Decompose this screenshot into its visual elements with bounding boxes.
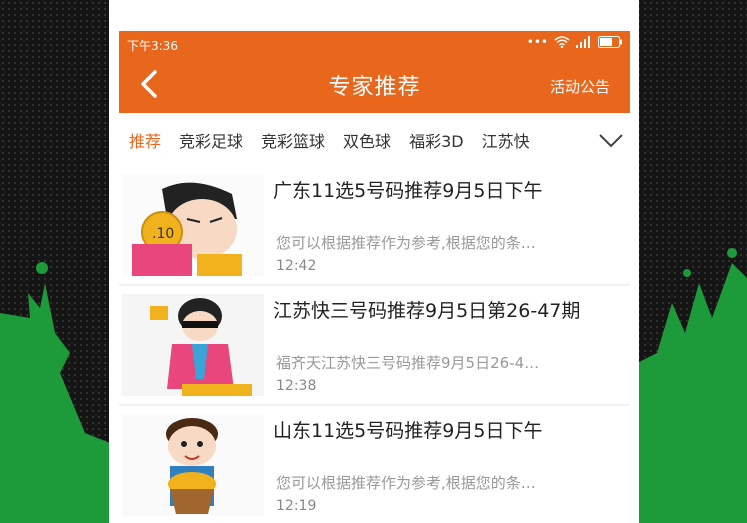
tab-fucai-3d[interactable]: 福彩3D <box>409 128 464 152</box>
article-time: 12:42 <box>276 258 317 274</box>
article-time: 12:38 <box>276 378 317 394</box>
green-paint-splash-right <box>637 248 747 523</box>
article-time: 12:19 <box>276 498 317 514</box>
list-item[interactable]: 江苏快三号码推荐9月5日第26-47期 福齐天江苏快三号码推荐9月5日26-4…… <box>119 286 630 406</box>
green-paint-splash-left <box>0 262 110 523</box>
article-title: 江苏快三号码推荐9月5日第26-47期 <box>273 300 581 322</box>
svg-text:.10: .10 <box>152 226 174 242</box>
article-summary: 您可以根据推荐作为参考,根据您的条… <box>276 474 536 492</box>
list-item[interactable]: .10 广东11选5号码推荐9月5日下午 您可以根据推荐作为参考,根据您的条… … <box>119 166 630 286</box>
tab-double-color-ball[interactable]: 双色球 <box>343 128 391 152</box>
status-bar: 下午3:36 ••• <box>119 31 630 57</box>
list-item[interactable]: 山东11选5号码推荐9月5日下午 您可以根据推荐作为参考,根据您的条… 12:1… <box>119 406 630 523</box>
tab-jiangsu-kuai[interactable]: 江苏快 <box>482 128 530 152</box>
tab-jingcai-basketball[interactable]: 竞彩篮球 <box>261 128 325 152</box>
wifi-icon <box>554 36 570 48</box>
article-title: 山东11选5号码推荐9月5日下午 <box>273 420 543 442</box>
battery-icon <box>598 36 622 48</box>
article-title: 广东11选5号码推荐9月5日下午 <box>273 180 543 202</box>
cartoon-sunglasses-man-icon <box>122 294 264 396</box>
article-summary: 福齐天江苏快三号码推荐9月5日26-4… <box>276 354 540 372</box>
tab-recommended[interactable]: 推荐 <box>129 128 161 152</box>
status-time: 下午3:36 <box>127 39 178 53</box>
tab-jingcai-football[interactable]: 竞彩足球 <box>179 128 243 152</box>
signal-icon <box>576 36 590 48</box>
category-tabs: 推荐 竞彩足球 竞彩篮球 双色球 福彩3D 江苏快 <box>119 114 630 167</box>
phone-screen: 下午3:36 ••• 专家推荐 活动公告 推荐 竞彩足球 竞彩篮球 双色球 福彩… <box>109 0 639 523</box>
status-icons: ••• <box>527 35 622 49</box>
more-dots-icon: ••• <box>526 35 548 49</box>
title-bar: 专家推荐 活动公告 <box>119 57 630 113</box>
cartoon-gold-basket-icon <box>122 414 264 516</box>
notice-button[interactable]: 活动公告 <box>550 76 610 97</box>
article-summary: 您可以根据推荐作为参考,根据您的条… <box>276 234 536 252</box>
app-header: 下午3:36 ••• 专家推荐 活动公告 <box>119 31 630 113</box>
cartoon-coin-holder-icon: .10 <box>122 174 264 276</box>
article-list: .10 广东11选5号码推荐9月5日下午 您可以根据推荐作为参考,根据您的条… … <box>119 166 630 523</box>
chevron-down-icon[interactable] <box>598 127 624 153</box>
